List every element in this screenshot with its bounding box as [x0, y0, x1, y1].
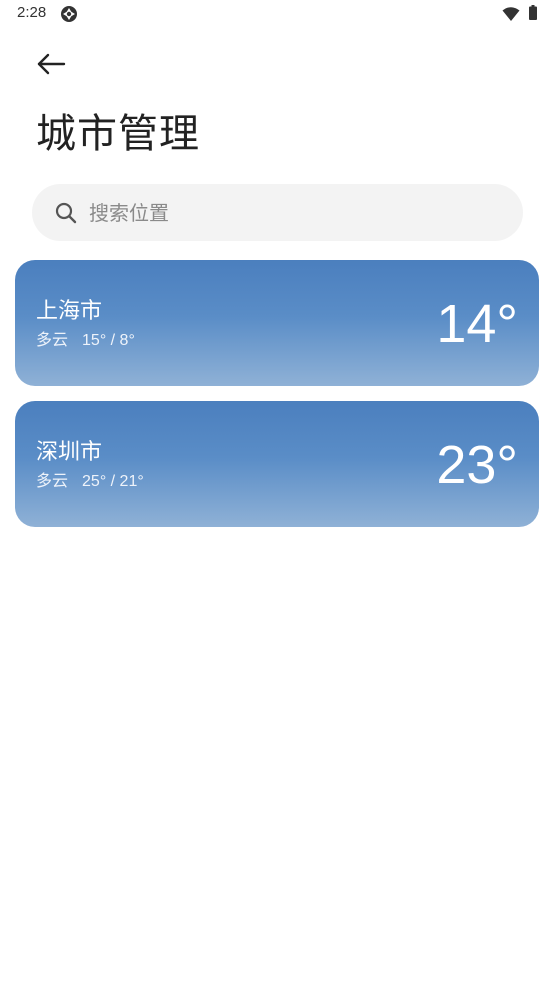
city-list: 上海市 多云 15° / 8° 14° 深圳市 多云 25° / 21° 23°	[15, 260, 539, 542]
current-temperature: 23°	[436, 435, 518, 495]
weather-condition: 多云	[36, 330, 69, 349]
arrow-left-icon	[37, 53, 66, 75]
search-icon	[55, 202, 77, 224]
city-weather: 多云 25° / 21°	[36, 471, 144, 492]
page-title: 城市管理	[36, 111, 200, 157]
back-button[interactable]	[30, 46, 70, 82]
status-bar: 2:28	[0, 0, 554, 28]
city-card-shenzhen[interactable]: 深圳市 多云 25° / 21° 23°	[15, 401, 539, 527]
wifi-icon	[502, 7, 520, 21]
temperature-range: 15° / 8°	[82, 332, 135, 349]
aperture-icon	[61, 6, 77, 22]
weather-condition: 多云	[36, 471, 69, 490]
current-temperature: 14°	[436, 294, 518, 354]
battery-icon	[529, 5, 537, 20]
search-bar[interactable]	[32, 184, 523, 241]
temperature-range: 25° / 21°	[82, 473, 144, 490]
city-card-shanghai[interactable]: 上海市 多云 15° / 8° 14°	[15, 260, 539, 386]
city-name: 深圳市	[36, 440, 103, 465]
city-weather: 多云 15° / 8°	[36, 330, 135, 351]
search-input[interactable]	[89, 184, 489, 241]
city-name: 上海市	[36, 299, 103, 324]
status-time: 2:28	[17, 4, 47, 21]
